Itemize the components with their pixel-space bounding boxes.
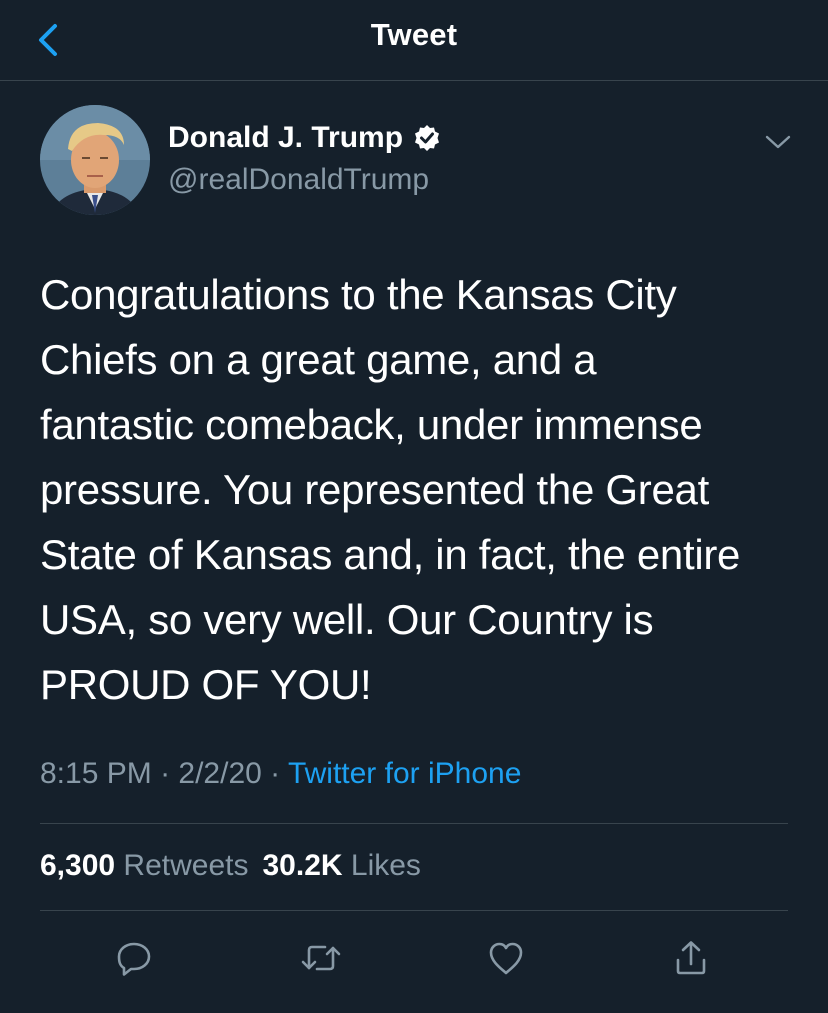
tweet-metadata: 8:15 PM · 2/2/20 · Twitter for iPhone <box>40 757 521 791</box>
share-button[interactable] <box>667 934 715 982</box>
meta-separator: · <box>261 757 288 790</box>
like-icon <box>489 942 523 975</box>
divider <box>40 910 788 911</box>
author-handle: @realDonaldTrump <box>168 163 430 196</box>
reply-button[interactable] <box>110 934 158 982</box>
likes-stat[interactable]: 30.2K Likes <box>262 849 420 882</box>
retweets-stat[interactable]: 6,300 Retweets <box>40 849 248 882</box>
avatar[interactable] <box>40 105 150 215</box>
verified-badge-icon <box>413 124 441 152</box>
retweets-label: Retweets <box>123 849 249 882</box>
tweet-source-link[interactable]: Twitter for iPhone <box>288 757 521 790</box>
chevron-down-icon <box>765 135 791 149</box>
retweets-count: 6,300 <box>40 849 116 882</box>
retweet-icon <box>301 945 341 971</box>
tweet-time: 8:15 PM <box>40 757 152 790</box>
meta-separator: · <box>151 757 179 790</box>
top-nav-bar: Tweet <box>0 0 828 81</box>
author-name-row[interactable]: Donald J. Trump <box>168 121 441 155</box>
like-button[interactable] <box>482 934 530 982</box>
likes-label: Likes <box>350 849 421 882</box>
tweet-options-button[interactable] <box>758 124 798 160</box>
tweet-text: Congratulations to the Kansas City Chief… <box>40 271 741 708</box>
tweet-stats: 6,300 Retweets 30.2K Likes <box>40 849 421 883</box>
divider <box>40 823 788 824</box>
share-icon <box>676 941 706 975</box>
author-name: Donald J. Trump <box>168 121 404 154</box>
tweet-date: 2/2/20 <box>178 757 262 790</box>
retweet-button[interactable] <box>297 934 345 982</box>
tweet-detail-screen: Tweet Donald J. Trump @realDonaldTrump C… <box>0 0 828 1013</box>
likes-count: 30.2K <box>262 849 343 882</box>
page-title: Tweet <box>370 17 458 52</box>
reply-icon <box>117 942 151 976</box>
